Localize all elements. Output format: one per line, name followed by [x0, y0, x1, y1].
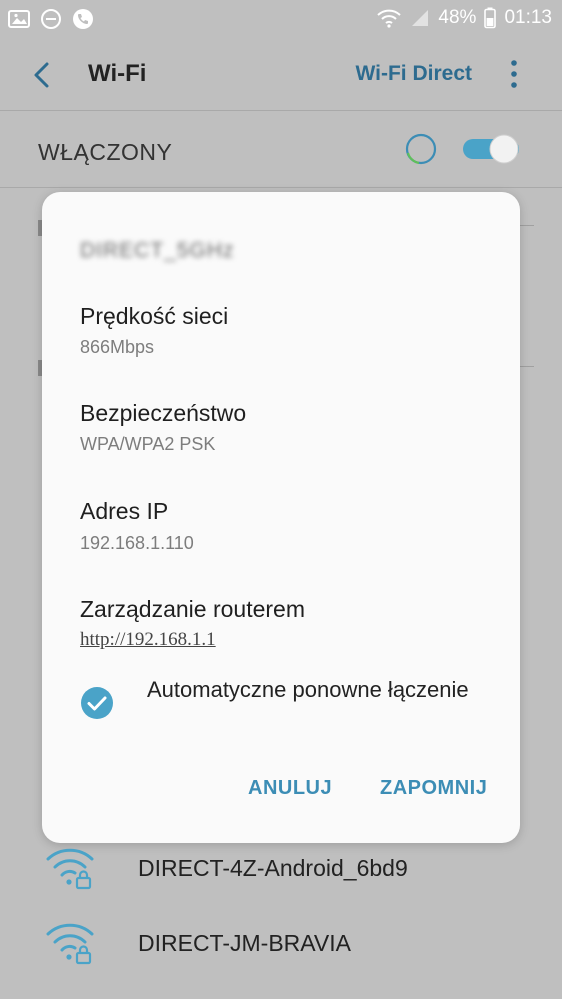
- back-arrow-icon[interactable]: [28, 60, 58, 90]
- do-not-disturb-icon: [41, 9, 61, 29]
- cellular-signal-icon: [412, 10, 429, 26]
- phone-call-icon: [73, 9, 93, 29]
- router-management-link[interactable]: http://192.168.1.1: [80, 629, 216, 651]
- status-bar: 48% 01:13: [0, 0, 562, 38]
- wifi-signal-icon: [377, 9, 402, 28]
- scanning-spinner-icon: [405, 133, 437, 165]
- network-ssid: DIRECT_5GHz: [80, 239, 235, 262]
- battery-percent: 48%: [438, 7, 477, 28]
- divider: [0, 187, 562, 188]
- clock: 01:13: [504, 7, 552, 28]
- background-divider: [520, 366, 534, 367]
- checkbox-checked-icon[interactable]: [80, 686, 114, 720]
- wifi-secured-icon: [46, 848, 94, 890]
- more-options-icon[interactable]: [504, 56, 524, 92]
- network-speed-label: Prędkość sieci: [80, 303, 229, 329]
- battery-icon: [484, 7, 497, 29]
- security-value: WPA/WPA2 PSK: [80, 434, 216, 454]
- background-divider: [520, 225, 534, 226]
- app-bar: Wi-Fi Wi-Fi Direct: [0, 38, 562, 110]
- network-details-dialog: DIRECT_5GHz Prędkość sieci 866Mbps Bezpi…: [42, 192, 520, 843]
- cancel-button[interactable]: ANULUJ: [248, 777, 332, 800]
- gallery-icon: [8, 10, 30, 28]
- auto-reconnect-label[interactable]: Automatyczne ponowne łączenie: [147, 675, 487, 704]
- notification-icons: [8, 8, 94, 30]
- network-name: DIRECT-JM-BRAVIA: [138, 930, 351, 956]
- wifi-direct-button[interactable]: Wi-Fi Direct: [356, 62, 472, 86]
- system-icons: 48% 01:13: [376, 7, 552, 29]
- forget-button[interactable]: ZAPOMNIJ: [380, 777, 487, 800]
- wifi-secured-icon: [46, 923, 94, 965]
- ip-address-value: 192.168.1.110: [80, 533, 194, 553]
- security-label: Bezpieczeństwo: [80, 400, 247, 426]
- wifi-toggle-switch[interactable]: [461, 133, 521, 165]
- network-list-item[interactable]: DIRECT-JM-BRAVIA: [0, 908, 562, 982]
- wifi-master-switch-row[interactable]: WŁĄCZONY: [0, 111, 562, 187]
- network-list-item[interactable]: DIRECT-4Z-Android_6bd9: [0, 833, 562, 907]
- network-name: DIRECT-4Z-Android_6bd9: [138, 855, 408, 881]
- router-management-label: Zarządzanie routerem: [80, 596, 305, 622]
- page-title: Wi-Fi: [88, 60, 147, 87]
- master-switch-label: WŁĄCZONY: [38, 139, 173, 165]
- network-speed-value: 866Mbps: [80, 337, 155, 357]
- ip-address-label: Adres IP: [80, 498, 169, 524]
